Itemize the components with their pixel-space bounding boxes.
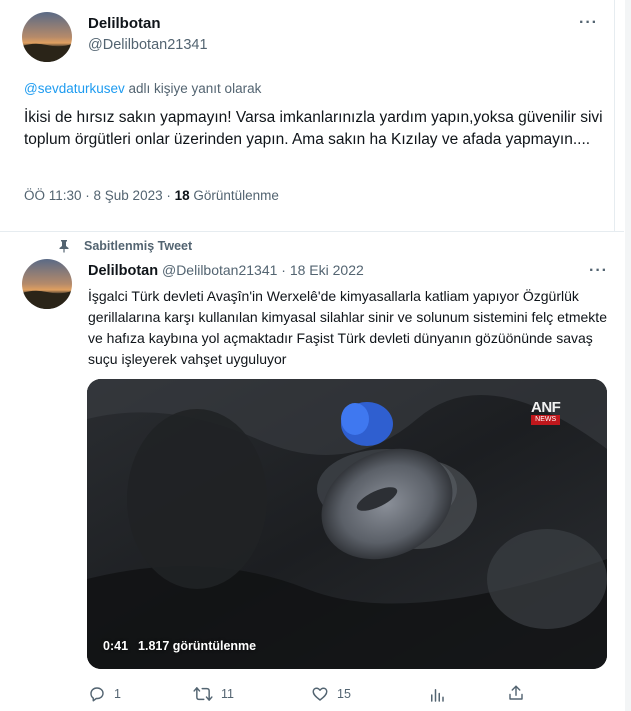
views-button[interactable]: [428, 686, 446, 704]
column-border: [614, 0, 615, 232]
display-name[interactable]: Delilbotan: [88, 15, 161, 32]
reply-context: @sevdaturkusev adlı kişiye yanıt olarak: [24, 81, 261, 96]
user-handle[interactable]: @Delilbotan21341: [88, 37, 208, 53]
video-player[interactable]: ANF NEWS 0:41 1.817 görüntülenme: [87, 379, 607, 669]
more-horizontal-icon[interactable]: ···: [579, 14, 598, 32]
tweet-date[interactable]: · 18 Eki 2022: [281, 262, 364, 278]
avatar-sunset-image: [22, 12, 72, 62]
scrollbar[interactable]: [625, 0, 631, 711]
avatar[interactable]: [22, 12, 72, 62]
user-handle[interactable]: @Delilbotan21341: [162, 262, 277, 278]
tweet-text: İkisi de hırsız sakın yapmayın! Varsa im…: [24, 109, 603, 148]
pin-icon: [59, 240, 69, 253]
display-name[interactable]: Delilbotan: [88, 263, 158, 279]
tweet-timestamp: ÖÖ 11:30 · 8 Şub 2023 · 18 Görüntülenme: [24, 188, 279, 203]
video-duration: 0:41: [103, 639, 129, 653]
video-thumbnail: [87, 379, 607, 669]
pinned-indicator: Sabitlenmiş Tweet: [58, 239, 192, 253]
reply-count: 1: [114, 687, 121, 701]
divider: [0, 231, 624, 232]
avatar-sunset-image: [22, 259, 72, 309]
like-count: 15: [337, 687, 351, 701]
analytics-icon: [431, 689, 444, 702]
views-count: 18: [174, 188, 190, 203]
pinned-label: Sabitlenmiş Tweet: [84, 239, 193, 253]
tweet-header: Delilbotan @Delilbotan21341 · 18 Eki 202…: [88, 262, 364, 279]
share-button[interactable]: [507, 684, 525, 702]
watermark-text: ANF: [531, 399, 561, 416]
watermark-subtext: NEWS: [531, 415, 561, 425]
video-info: 0:41 1.817 görüntülenme: [103, 639, 256, 653]
retweet-count: 11: [221, 687, 234, 701]
avatar[interactable]: [22, 259, 72, 309]
reply-button[interactable]: 1: [88, 685, 121, 703]
share-icon: [509, 685, 523, 700]
reply-icon: [90, 687, 104, 702]
heart-icon: [312, 687, 328, 701]
views-label: Görüntülenme: [189, 188, 279, 203]
retweet-icon: [193, 687, 213, 701]
video-views: 1.817 görüntülenme: [138, 639, 257, 653]
watermark-logo: ANF NEWS: [531, 399, 561, 425]
like-button[interactable]: 15: [311, 685, 351, 703]
reply-to-link[interactable]: @sevdaturkusev: [24, 81, 125, 96]
reply-to-label: adlı kişiye yanıt olarak: [128, 81, 262, 96]
timestamp-link[interactable]: ÖÖ 11:30 · 8 Şub 2023 ·: [24, 188, 175, 203]
tweet-text: İşgalci Türk devleti Avaşîn'in Werxelê'd…: [88, 288, 607, 367]
retweet-button[interactable]: 11: [193, 685, 234, 703]
more-horizontal-icon[interactable]: ···: [589, 262, 608, 280]
